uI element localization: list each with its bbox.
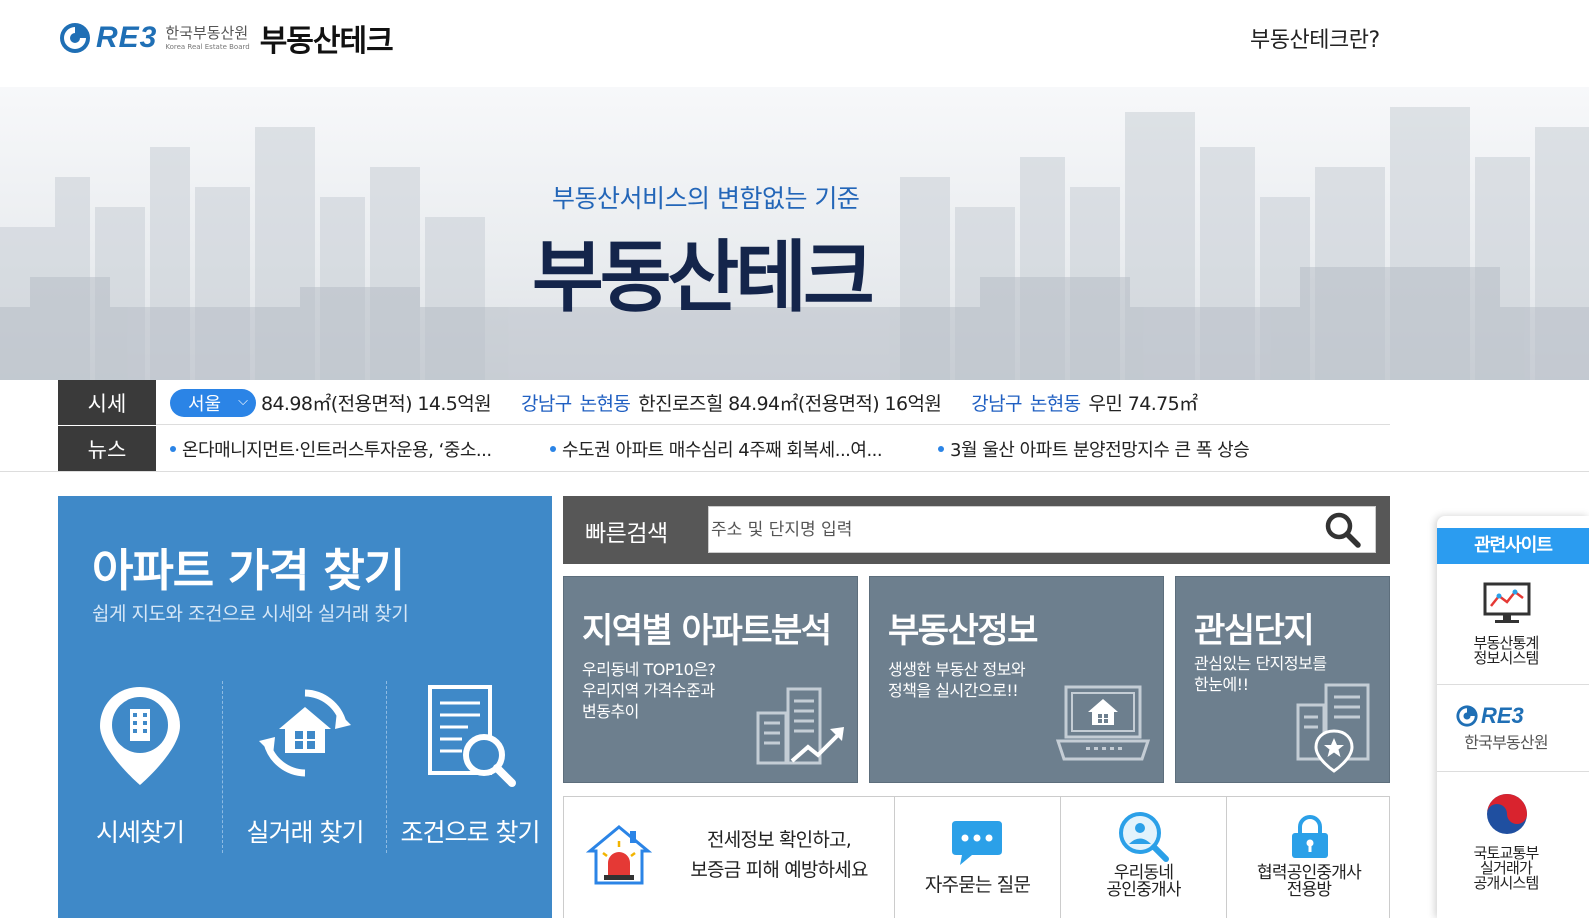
logo-org: 한국부동산원 Korea Real Estate Board [165,23,250,51]
laptop-house-icon [1056,685,1150,761]
search-input[interactable] [708,506,1376,553]
search-icon[interactable] [1323,510,1363,550]
quick-search-label: 빠른검색 [585,521,668,547]
monitor-chart-icon [1483,582,1531,623]
price-item[interactable]: 현한세상 84.98㎡(전용면적) 14.5억원 [258,389,492,416]
house-refresh-icon [259,689,351,777]
jeonse-info-text: 전세정보 확인하고, 보증금 피해 예방하세요 [690,829,868,881]
price-track: 현한세상 84.98㎡(전용면적) 14.5억원 강남구 논현동 한진로즈힐 84.… [258,380,1248,425]
news-ticker-label: 뉴스 [58,426,156,471]
apartment-price-panel: 아파트 가격 찾기 쉽게 지도와 조건으로 시세와 실거래 찾기 시세찾기 실거… [58,496,552,918]
related-site-label: 국토교통부 실거래가 공개시스템 [1473,844,1539,892]
city-select[interactable]: 서울 ⌵ [170,389,256,417]
card-description: 우리동네 TOP10은? 우리지역 가격수준과 변동추이 [582,660,716,721]
bullet-icon [938,445,944,452]
price-item[interactable]: 강남구 논현동 한진로즈힐 84.94㎡(전용면적) 16억원 [521,389,942,416]
price-item[interactable]: 강남구 논현동 우민 74.75㎡ [971,389,1199,416]
ticker: 시세 서울 ⌵ 현한세상 84.98㎡(전용면적) 14.5억원 강남구 논현동 한… [0,380,1589,472]
news-item[interactable]: 온다매니지먼트·인트러스투자운용, ‘중소... [170,436,550,462]
faq-label: 자주묻는 질문 [924,874,1031,896]
card-title: 관심단지 [1194,611,1315,651]
org-name-ko: 한국부동산원 [165,23,249,42]
reb-mark-icon [1456,705,1478,727]
price-ticker-row: 시세 서울 ⌵ 현한세상 84.98㎡(전용면적) 14.5억원 강남구 논현동 한… [58,380,1390,425]
lock-icon [1292,815,1328,858]
interest-complex-card[interactable]: 관심단지 관심있는 단지정보를 한눈에!! [1175,576,1390,783]
apartment-menu: 시세찾기 실거래 찾기 조건으로 찾기 [58,681,552,861]
partner-agent-room-label: 협력공인중개사 전용방 [1257,863,1362,900]
site-logo[interactable]: RE3 한국부동산원 Korea Real Estate Board 부동산테크 [58,18,394,59]
document-search-icon [428,685,516,787]
news-item[interactable]: 수도권 아파트 매수심리 4주째 회복세...여... [550,436,938,462]
chat-bubble-icon [952,821,1002,865]
building-star-icon [1296,683,1370,773]
condition-search-button[interactable]: 조건으로 찾기 [388,681,552,861]
news-track: 온다매니지먼트·인트러스투자운용, ‘중소... 수도권 아파트 매수심리 4주… [170,426,1250,471]
price-ticker-label: 시세 [58,380,156,425]
related-site-stats-system[interactable]: 부동산통계 정보시스템 [1437,564,1589,685]
org-name-en: Korea Real Estate Board [165,42,250,51]
agent-search-icon [1119,812,1169,862]
chevron-down-icon: ⌵ [238,394,248,409]
apartment-panel-title: 아파트 가격 찾기 [92,544,405,597]
house-alarm-icon [586,825,652,885]
price-text: 우민 74.75㎡ [1088,393,1199,415]
reb-logo-icon [60,23,90,53]
partner-agent-room-link[interactable]: 협력공인중개사 전용방 [1226,797,1391,918]
jeonse-info-banner[interactable]: 전세정보 확인하고, 보증금 피해 예방하세요 [564,797,894,918]
hero-subtitle: 부동산서비스의 변함없는 기준 [552,184,860,213]
faq-link[interactable]: 자주묻는 질문 [894,797,1060,918]
related-sites-panel: 관련사이트 부동산통계 정보시스템 RE3 한국부동산원 국토교통부 실거래가 … [1437,516,1589,918]
transaction-search-button[interactable]: 실거래 찾기 [223,681,387,861]
condition-search-label: 조건으로 찾기 [400,818,541,847]
card-description: 생생한 부동산 정보와 정책을 실시간으로!! [888,660,1026,700]
related-site-reb[interactable]: RE3 한국부동산원 [1437,685,1589,772]
reb-logo-text: RE3 [1481,703,1524,728]
map-pin-building-icon [100,687,180,785]
price-dong: 논현동 [1029,393,1081,415]
transaction-search-label: 실거래 찾기 [246,818,365,847]
price-gu: 강남구 [971,393,1022,415]
local-agent-label: 우리동네 공인중개사 [1106,863,1181,900]
bullet-icon [170,445,176,452]
hero-banner: 부동산서비스의 변함없는 기준 부동산테크 [0,87,1589,380]
service-name: 부동산테크 [259,24,394,59]
about-link[interactable]: 부동산테크란? [1250,22,1380,54]
page: RE3 한국부동산원 Korea Real Estate Board 부동산테크… [0,0,1589,918]
header: RE3 한국부동산원 Korea Real Estate Board 부동산테크… [0,0,1589,87]
price-gu: 강남구 [521,393,572,415]
price-text: 한진로즈힐 84.94㎡(전용면적) 16억원 [638,393,942,415]
card-title: 지역별 아파트분석 [582,611,832,651]
related-sites-title: 관련사이트 [1437,528,1589,564]
quick-search-bar: 빠른검색 [563,496,1390,564]
taegeuk-icon [1487,794,1527,834]
bullet-icon [550,445,556,452]
market-price-search-button[interactable]: 시세찾기 [58,681,222,861]
bottom-links: 전세정보 확인하고, 보증금 피해 예방하세요 자주묻는 질문 우리동네 공인중… [563,796,1390,918]
market-price-search-label: 시세찾기 [95,818,185,847]
city-select-value: 서울 [188,394,222,415]
related-site-molit-transaction[interactable]: 국토교통부 실거래가 공개시스템 [1437,772,1589,918]
hero-title: 부동산테크 [532,233,875,323]
news-ticker-row: 뉴스 온다매니지먼트·인트러스투자운용, ‘중소... 수도권 아파트 매수심리… [58,426,1390,471]
real-estate-info-card[interactable]: 부동산정보 생생한 부동산 정보와 정책을 실시간으로!! [869,576,1164,783]
building-chart-icon [756,687,844,765]
related-site-label: 한국부동산원 [1464,733,1548,752]
local-agent-link[interactable]: 우리동네 공인중개사 [1060,797,1226,918]
card-title: 부동산정보 [888,611,1038,651]
regional-analysis-card[interactable]: 지역별 아파트분석 우리동네 TOP10은? 우리지역 가격수준과 변동추이 [563,576,858,783]
related-site-label: 부동산통계 정보시스템 [1473,634,1539,667]
logo-reb-text: RE3 [96,21,158,54]
news-item[interactable]: 3월 울산 아파트 분양전망지수 큰 폭 상승 [938,436,1250,462]
apartment-panel-subtitle: 쉽게 지도와 조건으로 시세와 실거래 찾기 [92,603,409,625]
reb-logo-icon: RE3 [1455,703,1524,729]
price-dong: 논현동 [579,393,631,415]
divider [386,681,387,853]
